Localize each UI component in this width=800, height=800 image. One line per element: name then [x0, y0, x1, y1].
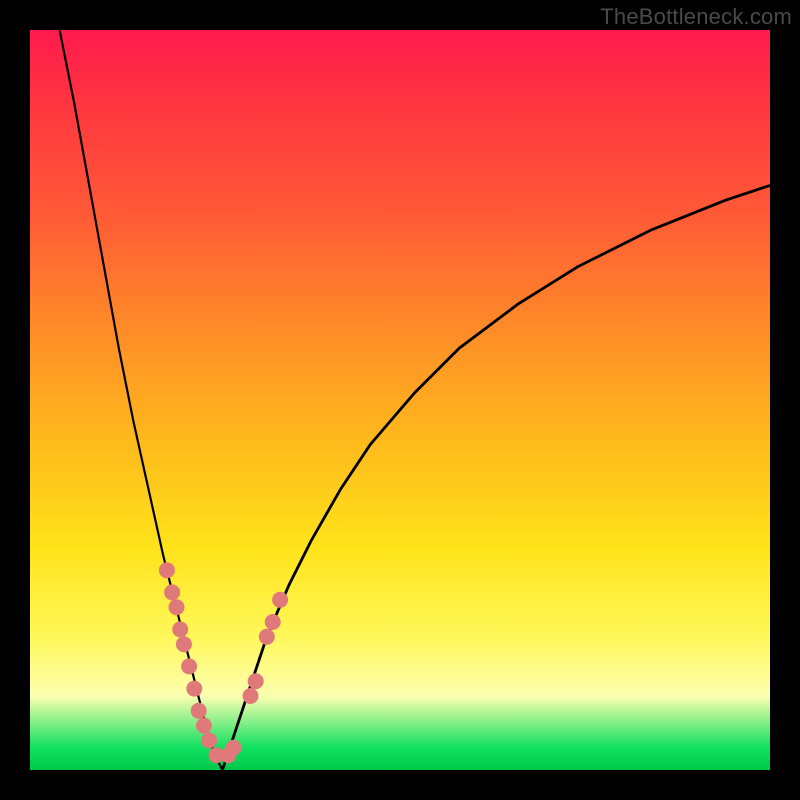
data-point — [248, 673, 264, 689]
data-point — [159, 562, 175, 578]
data-point — [272, 592, 288, 608]
data-point — [243, 688, 259, 704]
curve-layer — [30, 30, 770, 770]
data-point — [164, 584, 180, 600]
scatter-dots — [159, 562, 288, 763]
curve-right-branch — [222, 185, 770, 770]
data-point — [196, 718, 212, 734]
data-point — [169, 599, 185, 615]
data-point — [186, 681, 202, 697]
watermark-label: TheBottleneck.com — [600, 4, 792, 30]
data-point — [181, 658, 197, 674]
data-point — [226, 740, 242, 756]
data-point — [172, 621, 188, 637]
data-point — [265, 614, 281, 630]
data-point — [176, 636, 192, 652]
chart-frame: TheBottleneck.com — [0, 0, 800, 800]
data-point — [201, 732, 217, 748]
data-point — [259, 629, 275, 645]
data-point — [191, 703, 207, 719]
curve-left-branch — [60, 30, 223, 770]
